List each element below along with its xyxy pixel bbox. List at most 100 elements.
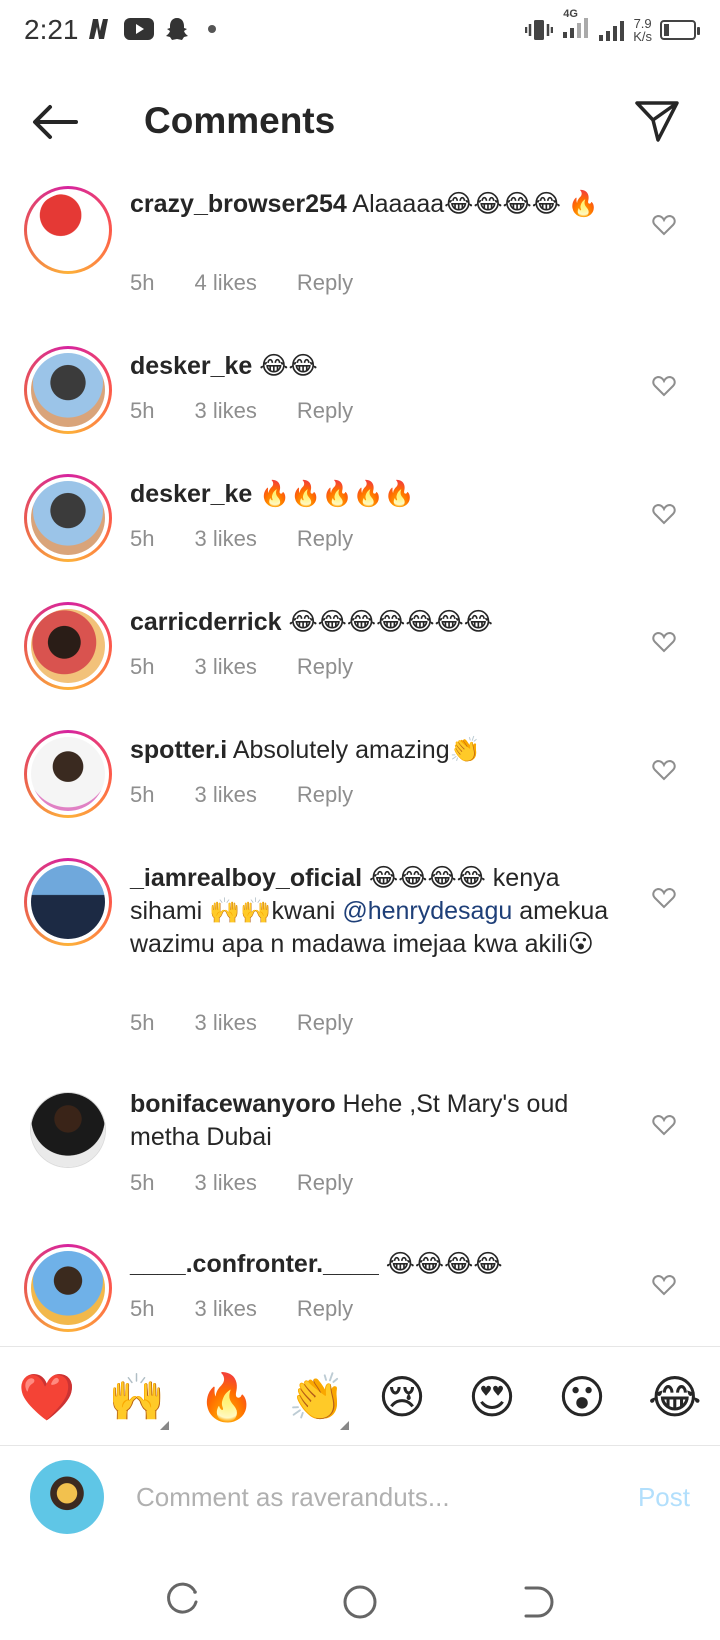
comment-time: 5h [130, 1170, 155, 1195]
comment-composer: Post [0, 1448, 720, 1548]
avatar[interactable] [24, 474, 112, 562]
comment-username[interactable]: spotter.i [130, 736, 227, 764]
comment-username[interactable]: bonifacewanyoro [130, 1090, 336, 1118]
direct-share-icon[interactable] [634, 98, 680, 144]
more-notifications-dot [208, 25, 216, 33]
comment-username[interactable]: carricderrick [130, 608, 282, 636]
heart-outline-icon[interactable] [652, 631, 676, 653]
back-icon[interactable] [516, 1582, 556, 1622]
avatar[interactable] [24, 1244, 112, 1332]
system-navigation-bar [0, 1560, 720, 1640]
comment-username[interactable]: ____.confronter.____ [130, 1250, 379, 1278]
comment-time: 5h [130, 526, 155, 551]
home-icon[interactable] [340, 1582, 380, 1622]
comment-likes[interactable]: 3 likes [194, 526, 256, 552]
comment-likes[interactable]: 3 likes [194, 654, 256, 680]
reply-button[interactable]: Reply [297, 526, 353, 552]
heart-outline-icon[interactable] [652, 1274, 676, 1296]
heart-outline-icon[interactable] [652, 887, 676, 909]
comment-text: desker_ke 😂😂 [130, 350, 630, 383]
recents-icon[interactable] [164, 1582, 204, 1622]
comment-likes[interactable]: 3 likes [194, 782, 256, 808]
comment-message: 😂😂😂😂😂😂😂 [288, 608, 493, 636]
comment-username[interactable]: _iamrealboy_oficial [130, 864, 362, 892]
comment-likes[interactable]: 3 likes [194, 1170, 256, 1196]
reply-button[interactable]: Reply [297, 1296, 353, 1322]
reply-button[interactable]: Reply [297, 1010, 353, 1036]
signal-icon [599, 20, 625, 41]
comment-likes[interactable]: 3 likes [194, 1296, 256, 1322]
comment-input[interactable] [136, 1472, 576, 1522]
back-arrow-icon[interactable] [30, 102, 80, 142]
comment-time: 5h [130, 782, 155, 807]
reply-button[interactable]: Reply [297, 270, 353, 296]
comment-text: crazy_browser254 Alaaaaa😂😂😂😂 🔥 [130, 188, 630, 221]
avatar[interactable] [24, 730, 112, 818]
network-type-label: 4G [563, 8, 578, 20]
comment-likes[interactable]: 4 likes [194, 270, 256, 296]
comment-message: 😂😂😂😂 [385, 1250, 503, 1278]
header: Comments [0, 80, 720, 166]
notification-icons [86, 16, 216, 42]
comment-message: 🔥🔥🔥🔥🔥 [259, 480, 415, 508]
my-avatar [30, 1460, 104, 1534]
netflix-notification-icon [89, 19, 108, 39]
comment-meta: 5h 3 likes Reply [130, 1170, 393, 1196]
avatar[interactable] [24, 602, 112, 690]
skin-tone-indicator [340, 1421, 349, 1430]
emoji-quick-bar: ❤️ 🙌 🔥 👏 😢 😍 😮 😂 [0, 1346, 720, 1446]
comment-meta: 5h 3 likes Reply [130, 654, 393, 680]
heart-outline-icon[interactable] [652, 375, 676, 397]
reply-button[interactable]: Reply [297, 1170, 353, 1196]
heart-outline-icon[interactable] [652, 214, 676, 236]
skin-tone-indicator [160, 1421, 169, 1430]
heart-outline-icon[interactable] [652, 1114, 676, 1136]
reply-button[interactable]: Reply [297, 782, 353, 808]
comment-text: ____.confronter.____ 😂😂😂😂 [130, 1248, 630, 1281]
network-speed-value: 7.9 [633, 15, 652, 31]
signal-4g-icon: 4G [561, 8, 589, 45]
avatar[interactable] [24, 186, 112, 274]
comment-message: 😂😂 [259, 352, 318, 380]
snapchat-notification-icon [166, 18, 188, 40]
comment-time: 5h [130, 398, 155, 423]
comment-text: spotter.i Absolutely amazing👏 [130, 734, 630, 767]
comment-meta: 5h 3 likes Reply [130, 526, 393, 552]
comment-likes[interactable]: 3 likes [194, 1010, 256, 1036]
emoji-surprised-face[interactable]: 😮 [558, 1369, 606, 1425]
comment-username[interactable]: desker_ke [130, 480, 252, 508]
comment-text: desker_ke 🔥🔥🔥🔥🔥 [130, 478, 630, 511]
comment-likes[interactable]: 3 likes [194, 398, 256, 424]
page-title: Comments [144, 100, 336, 141]
avatar[interactable] [24, 858, 112, 946]
emoji-raised-hands[interactable]: 🙌 [108, 1369, 165, 1425]
comment-text: _iamrealboy_oficial 😂😂😂😂 kenya sihami 🙌🙌… [130, 862, 630, 961]
system-status-icons: 4G 7.9 K/s [525, 8, 700, 45]
comment-time: 5h [130, 1296, 155, 1321]
youtube-notification-icon [124, 18, 154, 40]
comment-time: 5h [130, 1010, 155, 1035]
network-speed: 7.9 K/s [633, 17, 652, 43]
emoji-fire[interactable]: 🔥 [198, 1369, 255, 1425]
emoji-clapping-hands[interactable]: 👏 [288, 1369, 345, 1425]
comment-username[interactable]: desker_ke [130, 352, 252, 380]
emoji-crying-face[interactable]: 😢 [378, 1369, 426, 1425]
comment-username[interactable]: crazy_browser254 [130, 190, 347, 218]
emoji-tears-of-joy[interactable]: 😂 [648, 1369, 702, 1425]
heart-outline-icon[interactable] [652, 503, 676, 525]
comment-meta: 5h 3 likes Reply [130, 398, 393, 424]
avatar[interactable] [30, 1092, 106, 1168]
post-button[interactable]: Post [638, 1482, 690, 1513]
comment-text: bonifacewanyoro Hehe ,St Mary's oud meth… [130, 1088, 630, 1154]
reply-button[interactable]: Reply [297, 654, 353, 680]
emoji-heart[interactable]: ❤️ [18, 1369, 75, 1425]
heart-outline-icon[interactable] [652, 759, 676, 781]
reply-button[interactable]: Reply [297, 398, 353, 424]
emoji-heart-eyes[interactable]: 😍 [468, 1369, 516, 1425]
comment-text: carricderrick 😂😂😂😂😂😂😂 [130, 606, 630, 639]
avatar[interactable] [24, 346, 112, 434]
network-speed-unit: K/s [633, 28, 652, 44]
comment-mention-link[interactable]: @henrydesagu [342, 897, 512, 925]
status-bar: 2:21 4G 7.9 K/s [0, 0, 720, 66]
battery-icon [660, 19, 700, 40]
